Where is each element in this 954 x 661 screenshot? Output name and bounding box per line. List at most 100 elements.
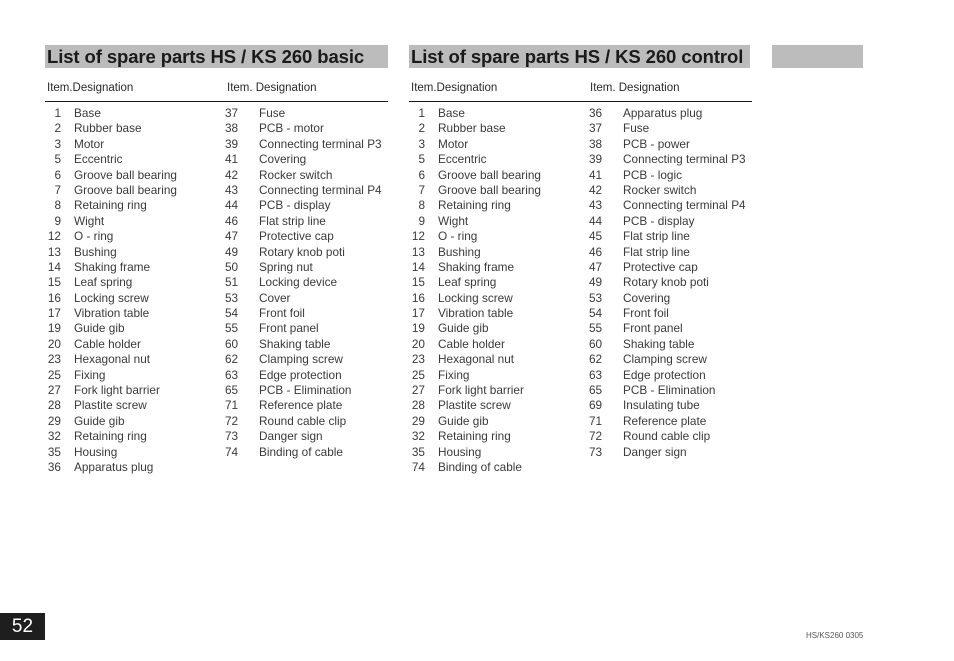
item-number: 36 [589,106,603,120]
item-designation: Groove ball bearing [438,182,541,197]
section-control: List of spare parts HS / KS 260 control … [409,45,752,474]
parts-row: 6 Groove ball bearing [409,168,589,183]
item-designation: Guide gib [438,413,489,428]
parts-row: 23 Hexagonal nut [409,352,589,367]
item-number: 47 [225,229,239,244]
parts-row: 73 Danger sign [225,429,395,444]
item-designation: Guide gib [74,321,125,336]
item-number: 23 [411,352,425,367]
item-number: 12 [47,229,61,244]
item-number: 65 [225,383,239,398]
parts-row: 7 Groove ball bearing [409,183,589,198]
parts-row: 27 Fork light barrier [409,383,589,398]
item-designation: PCB - power [623,136,690,151]
parts-column-right: 36 Apparatus plug 37 Fuse 38 PCB - power 39 Con… [589,106,759,460]
item-designation: Cable holder [74,336,141,351]
item-designation: Locking screw [438,290,513,305]
item-number: 41 [225,152,239,167]
parts-row: 19 Guide gib [409,321,589,336]
header-item-designation-right: Item. Designation [590,82,680,94]
item-designation: Eccentric [74,152,123,167]
item-number: 13 [47,244,61,259]
item-number: 74 [225,444,239,459]
parts-row: 47 Protective cap [225,229,395,244]
item-number: 28 [411,398,425,413]
parts-row: 2 Rubber base [409,121,589,136]
item-designation: Wight [74,213,105,228]
item-designation: Round cable clip [259,413,347,428]
parts-row: 15 Leaf spring [409,275,589,290]
item-number: 20 [411,336,425,351]
item-designation: Fuse [259,106,286,120]
item-number: 19 [411,321,425,336]
item-designation: Edge protection [623,367,706,382]
parts-row: 39 Connecting terminal P3 [225,137,395,152]
parts-row: 6 Groove ball bearing [45,168,225,183]
item-number: 29 [411,413,425,428]
table-header: Item.Designation Item. Designation [409,82,752,102]
section-title: List of spare parts HS / KS 260 control [409,45,750,68]
item-designation: Connecting terminal P4 [259,182,382,197]
item-designation: Front panel [623,321,683,336]
parts-row: 46 Flat strip line [589,245,759,260]
item-number: 28 [47,398,61,413]
parts-row: 32 Retaining ring [409,429,589,444]
parts-row: 13 Bushing [45,245,225,260]
item-number: 60 [225,336,239,351]
item-designation: Rubber base [438,121,506,136]
item-number: 55 [225,321,239,336]
item-designation: PCB - display [623,213,695,228]
header-item-designation-right: Item. Designation [227,82,317,94]
item-number: 19 [47,321,61,336]
item-designation: Shaking table [623,336,695,351]
item-designation: Connecting terminal P3 [259,136,382,151]
item-number: 8 [54,198,61,213]
parts-row: 12 O - ring [45,229,225,244]
parts-row: 8 Retaining ring [409,198,589,213]
item-designation: Fork light barrier [438,383,524,398]
item-number: 25 [411,367,425,382]
item-designation: Motor [438,136,469,151]
item-designation: Rocker switch [259,167,333,182]
item-designation: Rocker switch [623,182,697,197]
page-number: 52 [0,613,45,640]
item-number: 20 [47,336,61,351]
parts-row: 74 Binding of cable [409,460,589,475]
item-designation: Danger sign [623,444,687,459]
parts-row: 74 Binding of cable [225,445,395,460]
item-number: 8 [418,198,425,213]
section-title: List of spare parts HS / KS 260 basic [45,45,388,68]
item-designation: Leaf spring [74,275,133,290]
item-designation: Retaining ring [438,429,511,444]
item-number: 7 [418,182,425,197]
item-number: 47 [589,259,603,274]
item-designation: Clamping screw [259,352,343,367]
parts-row: 9 Wight [409,214,589,229]
item-number: 41 [589,167,603,182]
item-number: 53 [225,290,239,305]
item-designation: Cable holder [438,336,505,351]
item-number: 60 [589,336,603,351]
parts-row: 5 Eccentric [409,152,589,167]
item-designation: Retaining ring [74,198,147,213]
parts-row: 1 Base [45,106,225,121]
item-designation: Reference plate [623,413,707,428]
parts-row: 13 Bushing [409,245,589,260]
item-number: 54 [589,306,603,321]
item-number: 43 [589,198,603,213]
item-designation: PCB - Elimination [259,383,352,398]
item-number: 29 [47,413,61,428]
item-designation: Fixing [438,367,470,382]
item-number: 37 [225,106,239,120]
parts-row: 42 Rocker switch [589,183,759,198]
section-basic: List of spare parts HS / KS 260 basic It… [45,45,388,474]
item-designation: Round cable clip [623,429,711,444]
item-designation: Rotary knob poti [623,275,709,290]
item-number: 2 [54,121,61,136]
header-item-designation: Item.Designation [411,82,498,94]
item-designation: Base [438,106,465,120]
parts-row: 54 Front foil [225,306,395,321]
parts-row: 72 Round cable clip [225,414,395,429]
parts-row: 63 Edge protection [589,368,759,383]
item-number: 6 [54,167,61,182]
